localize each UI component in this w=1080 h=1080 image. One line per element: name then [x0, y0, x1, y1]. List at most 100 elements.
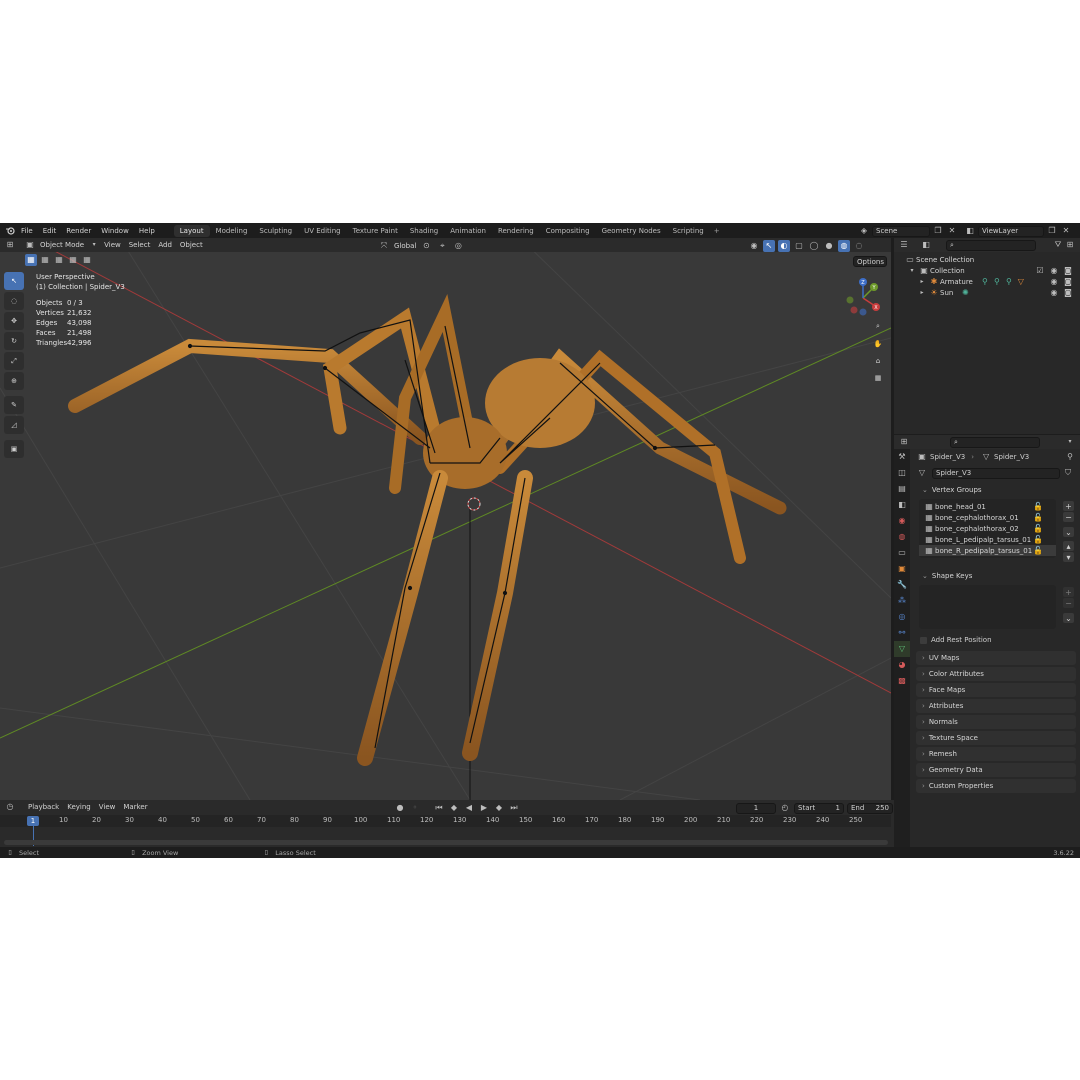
copy-view-layer-icon[interactable]: ❐ [1046, 225, 1058, 237]
checkbox-icon[interactable]: ☑ [1034, 265, 1046, 277]
tab-shading[interactable]: Shading [404, 225, 444, 237]
mesh-name-field[interactable]: Spider_V3 [932, 467, 1060, 479]
tool-annotate[interactable]: ✎ [4, 396, 24, 414]
copy-scene-icon[interactable]: ❐ [932, 225, 944, 237]
pin-icon[interactable]: ⚲ [1064, 451, 1076, 463]
stopwatch-icon[interactable]: ◴ [779, 802, 791, 814]
ortho-grid-icon[interactable]: ▦ [870, 370, 886, 385]
list-item[interactable]: ▦ bone_L_pedipalp_tarsus_01 🔓 [919, 534, 1056, 545]
shading-rendered-icon[interactable]: ◌ [853, 240, 865, 252]
timeline-menu-marker[interactable]: Marker [119, 803, 151, 811]
shading-wireframe-icon[interactable]: ◯ [808, 240, 820, 252]
tab-constraints[interactable]: ⚯ [894, 625, 910, 641]
3d-viewport[interactable]: ⊞ ▣ Object Mode ▾ View Select Add Object… [0, 238, 891, 800]
outliner-row-collection[interactable]: ▾ ▣ Collection ☑ ◉ ◙ [894, 265, 1080, 276]
prev-key-icon[interactable]: ◆ [448, 802, 460, 814]
select-invert-icon[interactable]: ▦ [67, 254, 79, 266]
viewport-menu-add[interactable]: Add [154, 241, 176, 249]
tab-scene[interactable]: ◉ [894, 513, 910, 529]
mode-dropdown[interactable]: Object Mode [36, 241, 88, 249]
panel-vertex-groups[interactable]: ⌄ Vertex Groups [916, 483, 1076, 497]
blender-logo-icon[interactable] [4, 225, 16, 237]
select-new-icon[interactable]: ▦ [25, 254, 37, 266]
panel-custom-properties[interactable]: › Custom Properties [916, 779, 1076, 793]
list-item[interactable]: ▦ bone_cephalothorax_01 🔓 [919, 512, 1056, 523]
play-icon[interactable]: ▶ [478, 802, 490, 814]
tab-modifiers[interactable]: 🔧 [894, 577, 910, 593]
overlay-icon[interactable]: ◐ [778, 240, 790, 252]
select-intersect-icon[interactable]: ▦ [81, 254, 93, 266]
tab-texture[interactable]: ▩ [894, 673, 910, 689]
3d-cursor[interactable] [467, 497, 481, 511]
display-mode-icon[interactable]: ◧ [920, 239, 932, 251]
gizmo-toggle-icon[interactable]: ↖ [763, 240, 775, 252]
jump-start-icon[interactable]: ⏮ [433, 802, 445, 814]
select-extend-icon[interactable]: ▦ [39, 254, 51, 266]
outliner-row-armature[interactable]: ▸ ✱ Armature ⚲ ⚲ ⚲ ▽ ◉ ◙ [894, 276, 1080, 287]
add-shape-key-button[interactable]: + [1063, 587, 1074, 597]
remove-vertex-group-button[interactable]: − [1063, 512, 1074, 522]
panel-color-attributes[interactable]: › Color Attributes [916, 667, 1076, 681]
panel-uv-maps[interactable]: › UV Maps [916, 651, 1076, 665]
add-vertex-group-button[interactable]: + [1063, 501, 1074, 511]
tool-add-cube[interactable]: ▣ [4, 440, 24, 458]
list-item[interactable]: ▦ bone_cephalothorax_02 🔓 [919, 523, 1056, 534]
mesh-browse-icon[interactable]: ▽ [916, 467, 928, 479]
tab-collection[interactable]: ▭ [894, 545, 910, 561]
tab-physics[interactable]: ◎ [894, 609, 910, 625]
xray-icon[interactable]: ▢ [793, 240, 805, 252]
tab-texture-paint[interactable]: Texture Paint [347, 225, 404, 237]
menu-edit[interactable]: Edit [38, 227, 62, 235]
tool-measure[interactable]: ◿ [4, 416, 24, 434]
panel-attributes[interactable]: › Attributes [916, 699, 1076, 713]
tab-particles[interactable]: ⁂ [894, 593, 910, 609]
outliner-editor-type-icon[interactable]: ☰ [898, 239, 910, 251]
scene-selector[interactable]: Scene [872, 225, 930, 237]
tab-mesh-data[interactable]: ▽ [894, 641, 910, 657]
move-down-button[interactable]: ▾ [1063, 552, 1074, 562]
camera-view-icon[interactable]: ⌂ [870, 353, 886, 368]
transform-orientation-dropdown[interactable]: Global [394, 242, 416, 250]
scene-icon[interactable]: ◈ [858, 225, 870, 237]
tool-rotate[interactable]: ↻ [4, 332, 24, 350]
list-item-selected[interactable]: ▦ bone_R_pedipalp_tarsus_01 🔓 [919, 545, 1056, 556]
lock-icon[interactable]: 🔓 [1032, 545, 1044, 557]
panel-face-maps[interactable]: › Face Maps [916, 683, 1076, 697]
tab-compositing[interactable]: Compositing [540, 225, 596, 237]
tab-scripting[interactable]: Scripting [667, 225, 710, 237]
menu-help[interactable]: Help [134, 227, 160, 235]
tool-scale[interactable]: ⤢ [4, 352, 24, 370]
panel-geometry-data[interactable]: › Geometry Data [916, 763, 1076, 777]
pan-hand-icon[interactable]: ✋ [870, 336, 886, 351]
menu-window[interactable]: Window [96, 227, 134, 235]
properties-editor-type-icon[interactable]: ⊞ [898, 436, 910, 448]
tab-modeling[interactable]: Modeling [210, 225, 254, 237]
jump-end-icon[interactable]: ⏭ [508, 802, 520, 814]
viewport-menu-select[interactable]: Select [125, 241, 155, 249]
vertex-group-specials-button[interactable]: ⌄ [1063, 527, 1074, 537]
tab-material[interactable]: ◕ [894, 657, 910, 673]
fake-user-shield-icon[interactable]: ⛉ [1062, 467, 1074, 479]
navigation-gizmo[interactable]: Z Y X [843, 276, 885, 318]
tab-animation[interactable]: Animation [444, 225, 492, 237]
editor-type-icon[interactable]: ⊞ [4, 239, 16, 251]
tab-sculpting[interactable]: Sculpting [253, 225, 298, 237]
record-icon[interactable]: ● [394, 802, 406, 814]
frame-ruler[interactable]: 10 20 30 40 50 60 70 80 90 100 110 120 1… [0, 815, 891, 827]
tab-object[interactable]: ▣ [894, 561, 910, 577]
tool-move[interactable]: ✥ [4, 312, 24, 330]
tool-transform[interactable]: ⊕ [4, 372, 24, 390]
tab-view-layer[interactable]: ◧ [894, 497, 910, 513]
tab-output[interactable]: ▤ [894, 481, 910, 497]
panel-texture-space[interactable]: › Texture Space [916, 731, 1076, 745]
timeline-menu-keying[interactable]: Keying [63, 803, 95, 811]
start-frame-field[interactable]: Start 1 [794, 802, 844, 814]
eye-icon[interactable]: ◉ [1048, 287, 1060, 299]
outliner-row-sun[interactable]: ▸ ☀ Sun ✺ ◉ ◙ [894, 287, 1080, 298]
outliner-search-input[interactable]: ⌕ [946, 239, 1036, 251]
end-frame-field[interactable]: End 250 [847, 802, 893, 814]
next-key-icon[interactable]: ◆ [493, 802, 505, 814]
move-up-button[interactable]: ▴ [1063, 541, 1074, 551]
tab-tool[interactable]: ⚒ [894, 449, 910, 465]
properties-search-input[interactable]: ⌕ [950, 436, 1040, 448]
